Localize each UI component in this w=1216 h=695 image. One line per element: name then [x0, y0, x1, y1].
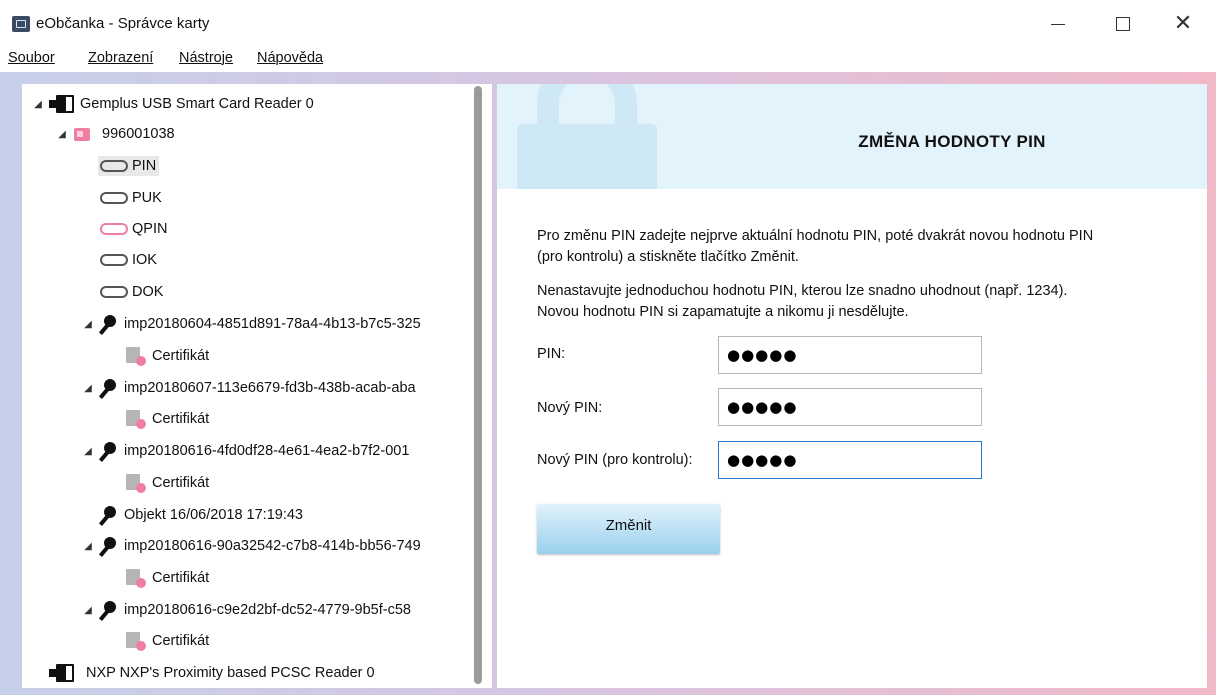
- warning-line: Novou hodnotu PIN si zapamatujte a nikom…: [537, 304, 909, 320]
- minimize-button[interactable]: [1035, 0, 1081, 48]
- tree-item-label: Gemplus USB Smart Card Reader 0: [80, 96, 314, 112]
- tree-item-dok[interactable]: DOK: [100, 279, 163, 305]
- expand-arrow-icon[interactable]: ◢: [82, 605, 94, 616]
- tree-item-certificate[interactable]: Certifikát: [126, 343, 209, 369]
- expand-arrow-icon[interactable]: ◢: [32, 99, 44, 110]
- tree-item-reader-nxp[interactable]: NXP NXP's Proximity based PCSC Reader 0: [49, 660, 375, 686]
- key-icon: [100, 379, 118, 397]
- warning-paragraph: Nenastavujte jednoduchou hodnotu PIN, kt…: [537, 281, 1177, 323]
- tree-item-pin[interactable]: PIN: [98, 153, 160, 179]
- window-title: eObčanka - Správce karty: [36, 15, 210, 32]
- tree-item-card[interactable]: ◢ 996001038: [56, 121, 175, 147]
- certificate-icon: [126, 409, 146, 429]
- new-pin-label: Nový PIN:: [537, 400, 603, 416]
- key-icon: [100, 537, 118, 555]
- maximize-icon: [1116, 17, 1130, 31]
- tree-item-label: QPIN: [132, 221, 168, 237]
- expand-arrow-icon[interactable]: ◢: [82, 319, 94, 330]
- tree-item-label: Certifikát: [152, 411, 210, 427]
- change-pin-button[interactable]: Změnit: [537, 504, 720, 554]
- minimize-icon: [1051, 23, 1065, 25]
- tree-item-certificate[interactable]: Certifikát: [126, 406, 209, 432]
- tree-item-label: Certifikát: [152, 475, 210, 491]
- certificate-icon: [126, 568, 146, 588]
- certificate-icon: [126, 346, 146, 366]
- menu-napoveda[interactable]: Nápověda: [257, 50, 323, 66]
- tree-item-label: Objekt 16/06/2018 17:19:43: [124, 507, 303, 523]
- warning-line: Nenastavujte jednoduchou hodnotu PIN, kt…: [537, 283, 1068, 299]
- current-pin-label: PIN:: [537, 346, 566, 362]
- menu-zobrazeni[interactable]: Zobrazení: [88, 50, 153, 66]
- card-reader-icon: [49, 95, 74, 113]
- expand-arrow-icon[interactable]: ◢: [56, 129, 68, 140]
- certificate-icon: [126, 473, 146, 493]
- panel-header: ZMĚNA HODNOTY PIN: [497, 84, 1207, 189]
- tree-item-label: imp20180616-4fd0df28-4e61-4ea2-b7f2-001: [124, 443, 410, 459]
- tree-scrollbar[interactable]: [474, 86, 482, 684]
- pin-change-panel: ZMĚNA HODNOTY PIN Pro změnu PIN zadejte …: [497, 84, 1207, 688]
- instructions-line: (pro kontrolu) a stiskněte tlačítko Změn…: [537, 249, 799, 265]
- tree-item-label: DOK: [132, 284, 164, 300]
- tree-item-label: imp20180616-c9e2d2bf-dc52-4779-9b5f-c58: [124, 602, 411, 618]
- maximize-button[interactable]: [1100, 0, 1146, 48]
- tree-item-key[interactable]: ◢ imp20180604-4851d891-78a4-4b13-b7c5-32…: [82, 311, 421, 337]
- tree-item-label: imp20180616-90a32542-c7b8-414b-bb56-749: [124, 538, 421, 554]
- card-tree-panel: ◢ Gemplus USB Smart Card Reader 0 ◢ 9960…: [22, 84, 492, 688]
- qpin-icon: [100, 216, 128, 235]
- tree-item-label: Certifikát: [152, 633, 210, 649]
- instructions-paragraph: Pro změnu PIN zadejte nejprve aktuální h…: [537, 226, 1177, 268]
- tree-item-label: 996001038: [102, 126, 175, 142]
- tree-item-iok[interactable]: IOK: [100, 247, 157, 273]
- tree-item-certificate[interactable]: Certifikát: [126, 565, 209, 591]
- tree-item-key[interactable]: ◢ imp20180616-90a32542-c7b8-414b-bb56-74…: [82, 533, 421, 559]
- certificate-icon: [126, 631, 146, 651]
- menu-soubor[interactable]: Soubor: [8, 50, 55, 66]
- close-button[interactable]: ✕: [1160, 0, 1206, 48]
- instructions-line: Pro změnu PIN zadejte nejprve aktuální h…: [537, 228, 1094, 244]
- expand-arrow-icon[interactable]: ◢: [82, 383, 94, 394]
- expand-arrow-icon[interactable]: ◢: [82, 446, 94, 457]
- panel-title: ZMĚNA HODNOTY PIN: [858, 132, 1046, 151]
- tree-item-key[interactable]: ◢ imp20180607-113e6679-fd3b-438b-acab-ab…: [82, 375, 416, 401]
- tree-item-label: imp20180604-4851d891-78a4-4b13-b7c5-325: [124, 316, 421, 332]
- confirm-pin-input[interactable]: [718, 441, 982, 479]
- confirm-pin-label: Nový PIN (pro kontrolu):: [537, 452, 693, 468]
- menu-bar: Soubor Zobrazení Nástroje Nápověda: [0, 48, 1216, 72]
- tree-item-label: PUK: [132, 190, 162, 206]
- tree-item-label: Certifikát: [152, 570, 210, 586]
- tree-item-pin-highlight: PIN: [98, 153, 160, 176]
- tree-item-label: imp20180607-113e6679-fd3b-438b-acab-aba: [124, 380, 416, 396]
- card-reader-icon: [49, 664, 74, 682]
- tree-item-key[interactable]: ◢ imp20180616-c9e2d2bf-dc52-4779-9b5f-c5…: [82, 597, 411, 623]
- expand-arrow-icon[interactable]: ◢: [82, 541, 94, 552]
- tree-item-certificate[interactable]: Certifikát: [126, 628, 209, 654]
- key-icon: [100, 442, 118, 460]
- key-icon: [100, 601, 118, 619]
- pin-icon: [100, 185, 128, 204]
- key-icon: [100, 506, 118, 524]
- tree-item-label: IOK: [132, 252, 157, 268]
- tree-item-puk[interactable]: PUK: [100, 185, 162, 211]
- tree-item-label: NXP NXP's Proximity based PCSC Reader 0: [86, 665, 375, 681]
- tree-item-qpin[interactable]: QPIN: [100, 216, 167, 242]
- key-icon: [100, 315, 118, 333]
- pin-icon: [100, 153, 128, 172]
- menu-nastroje[interactable]: Nástroje: [179, 50, 233, 66]
- tree-item-key[interactable]: ◢ imp20180616-4fd0df28-4e61-4ea2-b7f2-00…: [82, 438, 409, 464]
- app-icon: [12, 16, 30, 32]
- current-pin-input[interactable]: [718, 336, 982, 374]
- title-bar: eObčanka - Správce karty ✕: [0, 0, 1216, 48]
- tree-item-object[interactable]: Objekt 16/06/2018 17:19:43: [100, 502, 303, 528]
- new-pin-input[interactable]: [718, 388, 982, 426]
- tree-item-label: Certifikát: [152, 348, 210, 364]
- tree-item-label: PIN: [132, 158, 157, 174]
- tree-item-certificate[interactable]: Certifikát: [126, 470, 209, 496]
- tree-item-reader-gemplus[interactable]: ◢ Gemplus USB Smart Card Reader 0: [32, 91, 314, 117]
- pin-icon: [100, 247, 128, 266]
- pin-icon: [100, 279, 128, 298]
- smart-card-icon: [74, 127, 90, 141]
- close-icon: ✕: [1173, 11, 1193, 36]
